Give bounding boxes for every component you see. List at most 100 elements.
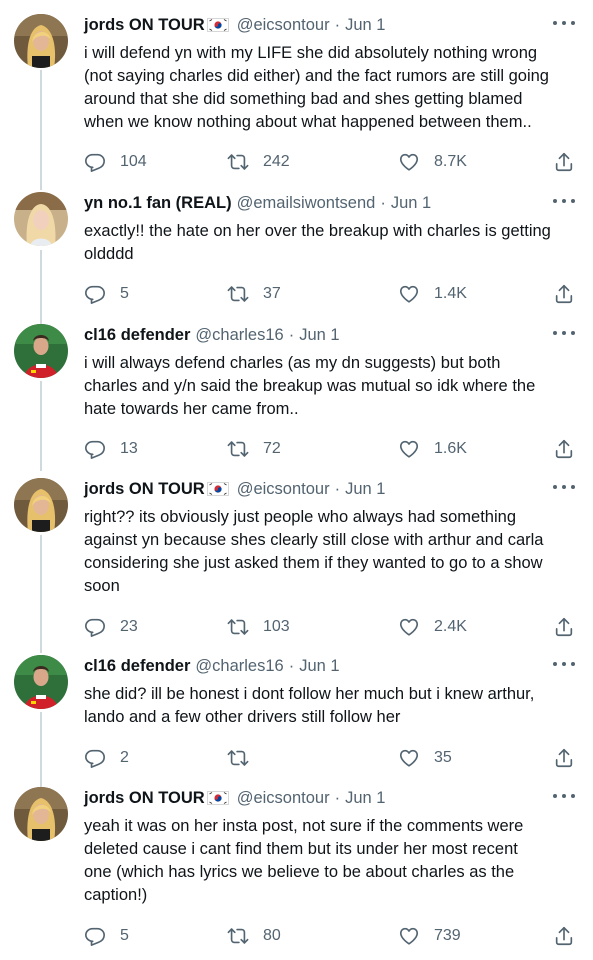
tweet-text-line: hate towards her came from.. <box>84 400 299 418</box>
tweet-header: jords ON TOUR @eicsontour · Jun 1 <box>84 787 575 809</box>
reply-icon <box>84 925 106 947</box>
tweet-text-line: caption!) <box>84 886 148 904</box>
tweet-text: i will defend yn with my LIFE she did ab… <box>84 42 575 134</box>
more-options-icon[interactable] <box>553 194 575 208</box>
reply-button[interactable]: 13 <box>84 437 138 461</box>
handle[interactable]: @charles16 <box>195 657 283 676</box>
tweet[interactable]: cl16 defender @charles16 · Jun 1 she did… <box>0 655 593 780</box>
avatar[interactable] <box>14 787 68 841</box>
reply-button[interactable]: 104 <box>84 150 147 174</box>
avatar[interactable] <box>14 655 68 709</box>
avatar[interactable] <box>14 192 68 246</box>
handle[interactable]: @emailsiwontsend <box>237 194 376 213</box>
like-count: 8.7K <box>434 153 467 170</box>
separator: · <box>380 193 386 212</box>
reply-button[interactable]: 5 <box>84 282 129 306</box>
like-button[interactable]: 1.4K <box>398 282 467 306</box>
share-button[interactable] <box>553 615 575 639</box>
korea-flag-icon <box>206 18 229 32</box>
tweet[interactable]: yn no.1 fan (REAL) @emailsiwontsend · Ju… <box>0 192 593 317</box>
more-options-icon[interactable] <box>553 326 575 340</box>
korea-flag-icon <box>206 482 229 496</box>
share-button[interactable] <box>553 282 575 306</box>
retweet-button[interactable]: 72 <box>227 437 281 461</box>
timestamp[interactable]: Jun 1 <box>345 480 385 499</box>
tweet[interactable]: jords ON TOUR @eicsontour · Jun 1 i will… <box>0 14 593 184</box>
tweet-actions: 5 80 739 <box>84 924 575 948</box>
handle[interactable]: @eicsontour <box>237 16 330 35</box>
avatar[interactable] <box>14 14 68 68</box>
retweet-icon <box>227 438 249 460</box>
tweet-text: she did? ill be honest i dont follow her… <box>84 683 575 729</box>
reply-button[interactable]: 5 <box>84 924 129 948</box>
like-button[interactable]: 2.4K <box>398 615 467 639</box>
share-button[interactable] <box>553 150 575 174</box>
share-button[interactable] <box>553 437 575 461</box>
reply-count: 23 <box>120 618 138 635</box>
like-button[interactable]: 1.6K <box>398 437 467 461</box>
timestamp[interactable]: Jun 1 <box>345 789 385 808</box>
like-button[interactable]: 739 <box>398 924 461 948</box>
tweet-text-line: yeah it was on her insta post, not sure … <box>84 817 524 835</box>
retweet-icon <box>227 747 249 769</box>
retweet-icon <box>227 283 249 305</box>
more-options-icon[interactable] <box>553 657 575 671</box>
heart-icon <box>398 616 420 638</box>
heart-icon <box>398 151 420 173</box>
avatar[interactable] <box>14 478 68 532</box>
like-count: 1.4K <box>434 285 467 302</box>
retweet-icon <box>227 616 249 638</box>
handle[interactable]: @eicsontour <box>237 789 330 808</box>
retweet-button[interactable] <box>227 746 263 770</box>
timestamp[interactable]: Jun 1 <box>391 194 431 213</box>
share-icon <box>553 616 575 638</box>
timestamp[interactable]: Jun 1 <box>299 326 339 345</box>
tweet[interactable]: jords ON TOUR @eicsontour · Jun 1 right?… <box>0 478 593 648</box>
retweet-button[interactable]: 80 <box>227 924 281 948</box>
tweet-actions: 5 37 1.4K <box>84 282 575 306</box>
retweet-count: 37 <box>263 285 281 302</box>
share-icon <box>553 925 575 947</box>
more-options-icon[interactable] <box>553 16 575 30</box>
tweet-text-line: charles and y/n said the breakup was mut… <box>84 377 536 395</box>
display-name[interactable]: cl16 defender <box>84 657 190 676</box>
retweet-button[interactable]: 103 <box>227 615 290 639</box>
tweet-actions: 104 242 8.7K <box>84 150 575 174</box>
separator: · <box>288 656 295 675</box>
more-options-icon[interactable] <box>553 789 575 803</box>
share-button[interactable] <box>553 924 575 948</box>
like-button[interactable]: 8.7K <box>398 150 467 174</box>
reply-count: 104 <box>120 153 147 170</box>
like-button[interactable]: 35 <box>398 746 452 770</box>
handle[interactable]: @eicsontour <box>237 480 330 499</box>
display-name[interactable]: yn no.1 fan (REAL) <box>84 194 232 213</box>
more-options-icon[interactable] <box>553 480 575 494</box>
share-icon <box>553 283 575 305</box>
reply-button[interactable]: 23 <box>84 615 138 639</box>
display-name[interactable]: cl16 defender <box>84 326 190 345</box>
share-icon <box>553 747 575 769</box>
timestamp[interactable]: Jun 1 <box>299 657 339 676</box>
tweet-text: right?? its obviously just people who al… <box>84 506 575 598</box>
tweet[interactable]: cl16 defender @charles16 · Jun 1 i will … <box>0 324 593 474</box>
display-name[interactable]: jords ON TOUR <box>84 480 205 499</box>
display-name[interactable]: jords ON TOUR <box>84 16 205 35</box>
tweet-text: yeah it was on her insta post, not sure … <box>84 815 575 907</box>
reply-icon <box>84 283 106 305</box>
heart-icon <box>398 925 420 947</box>
retweet-button[interactable]: 37 <box>227 282 281 306</box>
like-count: 1.6K <box>434 440 467 457</box>
handle[interactable]: @charles16 <box>195 326 283 345</box>
tweet-text-line: against yn because shes clearly still cl… <box>84 531 544 549</box>
display-name[interactable]: jords ON TOUR <box>84 789 205 808</box>
tweet-thread: jords ON TOUR @eicsontour · Jun 1 i will… <box>0 0 593 960</box>
tweet[interactable]: jords ON TOUR @eicsontour · Jun 1 yeah i… <box>0 787 593 957</box>
like-count: 2.4K <box>434 618 467 635</box>
tweet-text-line: when we know nothing about what happened… <box>84 113 532 131</box>
tweet-header: yn no.1 fan (REAL) @emailsiwontsend · Ju… <box>84 192 575 214</box>
timestamp[interactable]: Jun 1 <box>345 16 385 35</box>
retweet-button[interactable]: 242 <box>227 150 290 174</box>
reply-button[interactable]: 2 <box>84 746 129 770</box>
share-button[interactable] <box>553 746 575 770</box>
avatar[interactable] <box>14 324 68 378</box>
